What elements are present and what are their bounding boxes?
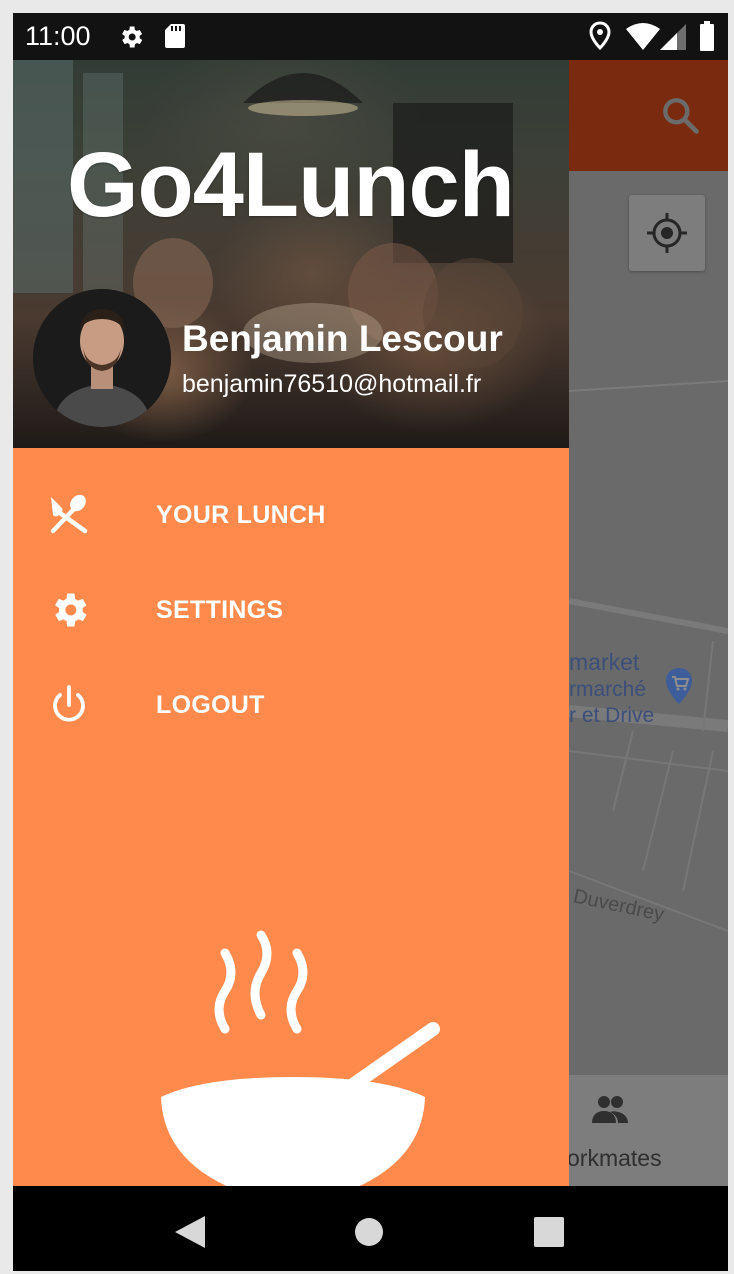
soup-bowl-icon — [161, 930, 440, 1186]
gear-icon — [55, 593, 87, 627]
fork-spoon-icon — [50, 494, 88, 534]
menu-item-settings[interactable]: SETTINGS — [13, 568, 569, 648]
avatar[interactable] — [33, 289, 171, 427]
menu-item-label: YOUR LUNCH — [156, 501, 326, 529]
map-poi-label: r et Drive — [569, 704, 655, 727]
gear-icon — [122, 26, 143, 48]
wifi-icon — [626, 23, 660, 50]
menu-item-label: LOGOUT — [156, 691, 265, 719]
battery-icon — [700, 21, 714, 51]
menu-item-logout[interactable]: LOGOUT — [13, 663, 569, 743]
user-email: benjamin76510@hotmail.fr — [182, 370, 482, 398]
shopping-cart-pin-icon[interactable] — [664, 666, 694, 706]
user-name: Benjamin Lescour — [182, 318, 503, 359]
sd-card-icon — [165, 24, 185, 48]
people-icon[interactable] — [590, 1093, 630, 1125]
recents-icon[interactable] — [533, 1216, 565, 1248]
status-bar: 11:00 — [13, 13, 728, 60]
home-icon[interactable] — [353, 1216, 385, 1248]
screen: market rmarché r et Drive t Duverdrey or… — [13, 13, 728, 1271]
device-frame: market rmarché r et Drive t Duverdrey or… — [0, 0, 734, 1274]
menu-item-label: SETTINGS — [156, 596, 284, 624]
search-icon[interactable] — [658, 93, 702, 137]
drawer-header: Go4Lunch Benjamin Lescour benjamin76510@… — [13, 13, 569, 448]
power-icon — [53, 685, 85, 722]
cell-signal-icon — [660, 24, 686, 50]
back-icon[interactable] — [173, 1214, 207, 1250]
map-poi-label: market — [569, 649, 640, 675]
menu-item-your-lunch[interactable]: YOUR LUNCH — [13, 473, 569, 553]
system-navigation-bar — [13, 1186, 728, 1271]
my-location-button[interactable] — [629, 195, 705, 271]
location-pin-icon — [589, 21, 611, 51]
navigation-drawer: Go4Lunch Benjamin Lescour benjamin76510@… — [13, 13, 569, 1186]
map-poi-label: rmarché — [569, 678, 647, 701]
app-title: Go4Lunch — [67, 134, 515, 236]
crosshair-icon — [647, 213, 687, 253]
status-time: 11:00 — [25, 21, 91, 51]
bottom-nav-workmates-label[interactable]: orkmates — [567, 1145, 662, 1172]
